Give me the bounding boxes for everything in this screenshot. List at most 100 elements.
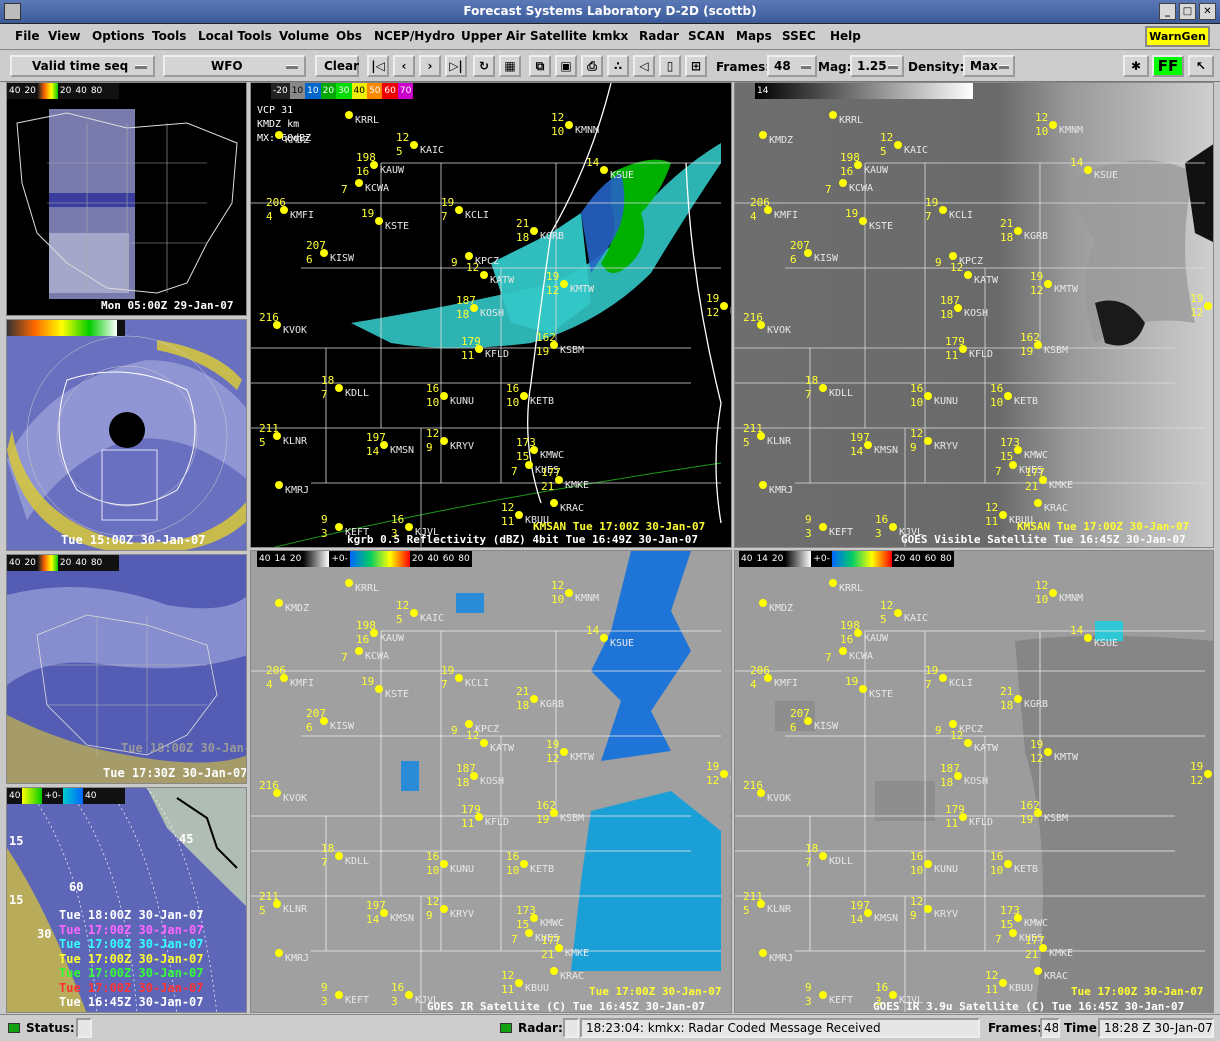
menu-file[interactable]: File — [15, 29, 40, 43]
station-dewpoint: 3 — [805, 527, 812, 540]
step-forward-icon[interactable]: › — [419, 55, 441, 77]
station-id: KGRB — [1024, 231, 1049, 242]
station-temperature: 162 — [536, 331, 556, 344]
maximize-icon[interactable]: □ — [1179, 3, 1196, 20]
station-id: KAIC — [420, 145, 445, 156]
station-dewpoint: 12 — [1190, 306, 1204, 319]
last-frame-icon[interactable]: ▷| — [445, 55, 467, 77]
station-marker-icon — [759, 131, 767, 139]
station-id: KFLD — [485, 817, 510, 828]
points-icon[interactable]: ∴ — [607, 55, 629, 77]
station-dewpoint: 9 — [426, 441, 433, 454]
menu-satellite[interactable]: Satellite — [530, 29, 587, 43]
station-temperature: 187 — [456, 762, 476, 775]
first-frame-icon[interactable]: |◁ — [367, 55, 389, 77]
main-panel-radar[interactable]: -20 10 10 20 30 40 50 60 70 VCP 31 KMDZ … — [250, 82, 732, 548]
station-dewpoint: 14 — [366, 913, 380, 926]
station-marker-icon — [525, 461, 533, 469]
station-marker-icon — [275, 599, 283, 607]
menu-ncep-hydro[interactable]: NCEP/Hydro — [374, 29, 455, 43]
station-marker-icon — [335, 852, 343, 860]
step-back-icon[interactable]: ‹ — [393, 55, 415, 77]
time-mode-dropdown[interactable]: Valid time seq — [10, 55, 155, 77]
station-dewpoint: 19 — [1020, 345, 1034, 358]
station-marker-icon — [355, 179, 363, 187]
swap-panes-icon[interactable]: ⧉ — [529, 55, 551, 77]
station-dewpoint: 10 — [506, 396, 520, 409]
station-temperature: 12 — [396, 131, 410, 144]
warngen-button[interactable]: WarnGen — [1145, 26, 1210, 47]
station-id: KCLI — [465, 210, 490, 221]
menu-volume[interactable]: Volume — [279, 29, 329, 43]
frames-dropdown[interactable]: 48 — [767, 55, 817, 77]
station-id: KMNM — [575, 593, 600, 604]
image-properties-icon[interactable]: ▦ — [499, 55, 521, 77]
station-marker-icon — [565, 121, 573, 129]
station-id: KEFT — [829, 995, 854, 1006]
station-id: KMSN — [390, 445, 415, 456]
status-field[interactable] — [76, 1018, 92, 1038]
menu-local-tools[interactable]: Local Tools — [198, 29, 272, 43]
station-temperature: 9 — [805, 513, 812, 526]
station-id: KAUW — [864, 633, 889, 644]
side-time-3: Tue 17:30Z 30-Jan-07 — [103, 766, 247, 780]
menu-radar[interactable]: Radar — [639, 29, 679, 43]
radar-indicator-icon — [500, 1023, 512, 1033]
radar-expand-button[interactable] — [563, 1018, 579, 1038]
scale-dropdown[interactable]: WFO — [163, 55, 306, 77]
loop-icon[interactable]: ↻ — [473, 55, 495, 77]
station-id: KISW — [330, 253, 355, 264]
menu-help[interactable]: Help — [830, 29, 861, 43]
station-id: KFLD — [485, 349, 510, 360]
window-titlebar[interactable]: Forecast Systems Laboratory D-2D (scottb… — [0, 0, 1220, 24]
radar-product-label: kgrb 0.5 Reflectivity (dBZ) 4bit Tue 16:… — [347, 533, 698, 546]
menu-ssec[interactable]: SSEC — [782, 29, 816, 43]
side-panel-wv-1[interactable]: 40 20 20 40 80 Mon 05:00Z 29-Jan-07 — [6, 82, 247, 316]
side-panel-wv-2[interactable]: Tue 15:00Z 30-Jan-07 — [6, 319, 247, 551]
hand-tool-icon[interactable]: ✱ — [1123, 55, 1149, 77]
print-icon[interactable]: ⎙ — [581, 55, 603, 77]
menu-options[interactable]: Options — [92, 29, 145, 43]
menu-maps[interactable]: Maps — [736, 29, 772, 43]
clear-button[interactable]: Clear — [315, 55, 359, 77]
menu-kmkx[interactable]: kmkx — [592, 29, 628, 43]
station-id: KRRL — [839, 115, 864, 126]
station-id: KATW — [974, 275, 999, 286]
menu-scan[interactable]: SCAN — [688, 29, 725, 43]
fast-forward-button[interactable]: FF — [1152, 55, 1184, 77]
side-panel-wind[interactable]: 40 +0- 40 15 45 60 15 30 Tue 18:00Z 30-J… — [6, 787, 247, 1013]
station-temperature: 19 — [1190, 760, 1204, 773]
single-pane-icon[interactable]: ▯ — [659, 55, 681, 77]
station-temperature: 211 — [743, 890, 763, 903]
four-pane-icon[interactable]: ⊞ — [685, 55, 707, 77]
station-marker-icon — [440, 905, 448, 913]
station-id: KGRB — [540, 699, 565, 710]
main-panel-ir[interactable]: 40 14 20 +0- 20 40 60 80 Tue 17:00Z 30-Jan-… — [250, 550, 732, 1013]
main-panel-ir39[interactable]: 40 14 20 +0- 20 40 60 80 Tue 17:00Z 30-Jan-… — [734, 550, 1214, 1013]
station-id: KMDZ — [285, 603, 310, 614]
color-table-icon[interactable]: ▣ — [555, 55, 577, 77]
mag-dropdown[interactable]: 1.25 — [850, 55, 904, 77]
station-dewpoint: 5 — [259, 904, 266, 917]
pointer-mode-icon[interactable]: ↖ — [1188, 55, 1214, 77]
station-marker-icon — [440, 392, 448, 400]
close-icon[interactable]: ✕ — [1199, 3, 1216, 20]
side-panel-wv-3[interactable]: 4020 204080 Tue 18:00Z 30-Jan-07 Tue 17:… — [6, 554, 247, 784]
minimize-icon[interactable]: _ — [1159, 3, 1176, 20]
station-temperature: 16 — [875, 981, 889, 994]
overlay-time: KMSAN Tue 17:00Z 30-Jan-07 — [533, 520, 706, 533]
menu-obs[interactable]: Obs — [336, 29, 362, 43]
ir39-legend: 40 14 20 +0- 20 40 60 80 — [739, 551, 954, 567]
station-id: KCWA — [365, 651, 390, 662]
station-id: KMRJ — [285, 485, 310, 496]
drawing-icon[interactable]: ◁ — [633, 55, 655, 77]
menu-view[interactable]: View — [48, 29, 80, 43]
menu-upper-air[interactable]: Upper Air — [461, 29, 525, 43]
density-dropdown[interactable]: Max — [963, 55, 1015, 77]
main-panel-visible[interactable]: 14 KMSAN Tue 17:00Z 30-Jan-07 GOES Visib… — [734, 82, 1214, 548]
menu-tools[interactable]: Tools — [152, 29, 186, 43]
station-id: KBUU — [1009, 983, 1034, 994]
station-dewpoint: 3 — [875, 527, 882, 540]
station-id: KRAC — [1044, 971, 1069, 982]
station-id: KOSH — [964, 308, 989, 319]
